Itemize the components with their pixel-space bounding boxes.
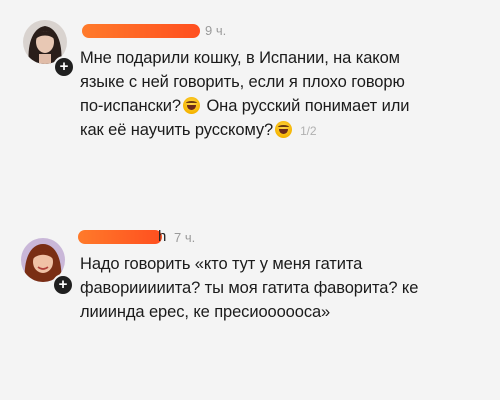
comment-2: + h 7 ч. Надо говорить «кто тут у меня г… (0, 210, 500, 400)
comment-timestamp: 9 ч. (205, 23, 227, 38)
rofl-emoji-icon (275, 121, 293, 138)
comment-line: лииинда ерес, ке пресиоооооса» (80, 303, 331, 321)
comment-line-part: по-испански? (80, 97, 181, 115)
follow-plus-icon[interactable]: + (53, 56, 75, 78)
comment-1: + 9 ч. Мне подарили кошку, в Испании, на… (0, 0, 500, 190)
author-name-visible-part[interactable]: h (158, 228, 166, 245)
comment-line: языке с ней говорить, если я плохо говор… (80, 73, 405, 91)
comment-line: как её научить русскому? 1/2 (80, 118, 495, 143)
comment-text: Мне подарили кошку, в Испании, на каком … (80, 46, 495, 143)
comment-line-part: как её научить русскому? (80, 121, 274, 139)
image-counter[interactable]: 1/2 (300, 124, 316, 138)
comment-line: фаворииииита? ты моя гатита фаворита? ке (80, 279, 419, 297)
comment-timestamp: 7 ч. (174, 230, 196, 245)
comment-line-part: Она русский понимает или (201, 97, 410, 115)
rofl-emoji-icon (182, 97, 200, 114)
author-name-redacted[interactable] (78, 230, 162, 244)
comment-text: Надо говорить «кто тут у меня гатита фав… (80, 252, 495, 324)
author-name-redacted[interactable] (82, 24, 200, 38)
comment-line: Мне подарили кошку, в Испании, на каком (80, 49, 400, 67)
follow-plus-icon[interactable]: + (52, 274, 74, 296)
comment-line: по-испански? Она русский понимает или (80, 94, 495, 118)
comment-line: Надо говорить «кто тут у меня гатита (80, 255, 363, 273)
